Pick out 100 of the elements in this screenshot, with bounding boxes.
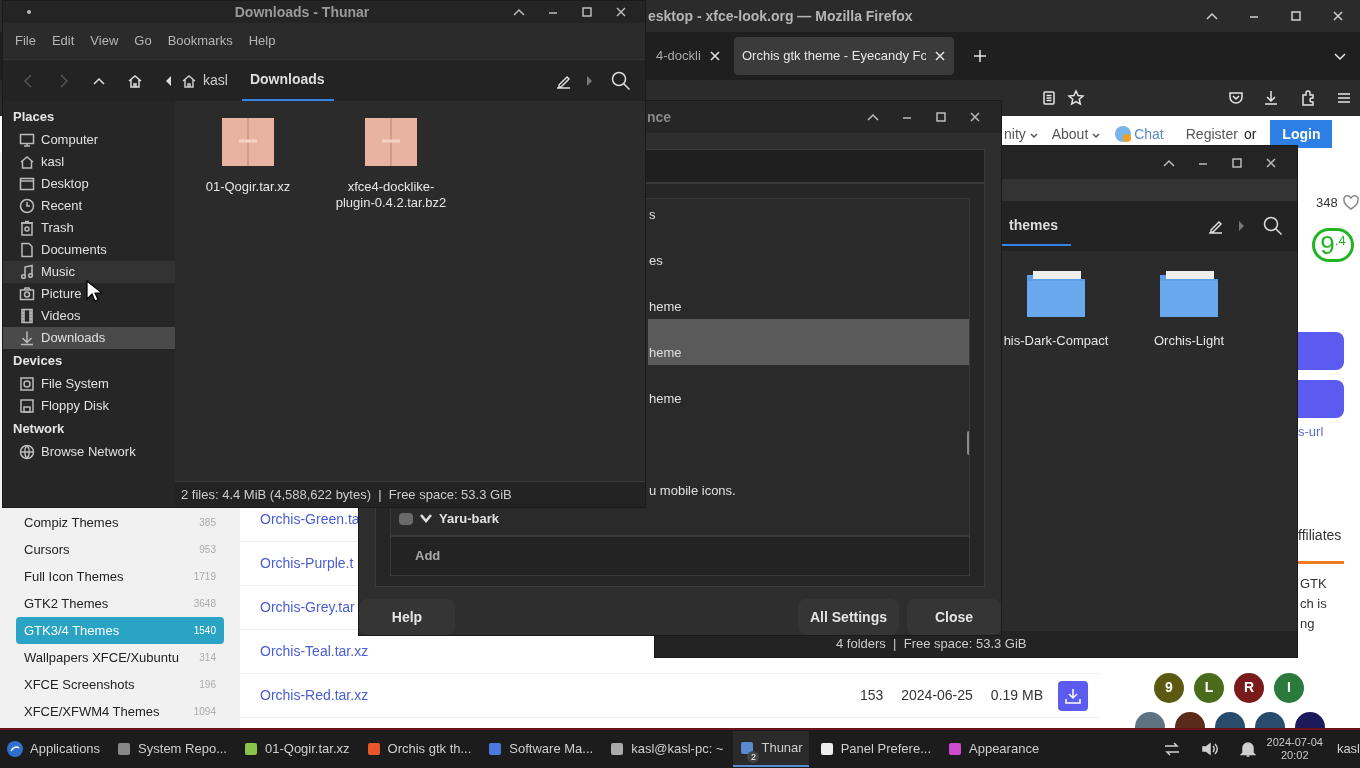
avatar[interactable]: R [1234,672,1264,703]
theme-row[interactable]: heme [648,365,969,411]
file-link[interactable]: Orchis-Purple.t [260,553,354,574]
taskbar-button[interactable]: Orchis gtk th... [359,731,478,767]
avatar[interactable]: L [1194,672,1224,703]
category-item[interactable]: Wallpapers XFCE/Xubuntu 314 [16,644,224,671]
chat-link[interactable]: Chat [1134,123,1164,145]
menu-item[interactable]: View [90,31,119,51]
menu-item[interactable]: Go [134,31,152,51]
menu-item[interactable]: Help [248,31,276,51]
nav-menu-link[interactable]: nity [1004,123,1038,145]
sidebar-item[interactable]: Documents [3,239,175,261]
sidebar-item[interactable]: kasl [3,151,175,173]
maximize-icon[interactable] [1288,8,1304,24]
browser-tab[interactable]: 4-dockli [648,37,728,75]
file-link[interactable]: Orchis-Grey.tar [260,597,355,618]
archive-file-icon[interactable] [364,117,418,167]
login-button[interactable]: Login [1270,120,1333,148]
sidebar-item[interactable]: Downloads [3,327,175,349]
theme-name[interactable]: Yaru-bark [439,511,499,527]
nav-menu-link[interactable]: About [1051,123,1101,145]
theme-row[interactable]: u mobile icons. [648,411,969,503]
home-icon[interactable] [127,72,143,89]
menu-item[interactable]: Bookmarks [167,31,233,51]
archive-file-icon[interactable] [221,117,275,167]
maximize-icon[interactable] [933,109,949,125]
file-link[interactable]: Orchis-Red.tar.xz [260,685,369,706]
reader-view-icon[interactable] [1041,90,1057,106]
search-icon[interactable] [611,70,631,91]
chevron-down-icon[interactable] [1092,130,1101,139]
sidebar-item[interactable]: Picture [3,283,175,305]
sidebar-item[interactable]: Recent [3,195,175,217]
bell-icon[interactable] [1238,740,1257,758]
taskbar-button[interactable]: Panel Prefere... [812,731,937,767]
sidebar-item[interactable]: Computer [3,129,175,151]
menu-item[interactable]: Edit [51,31,75,51]
sidebar-item[interactable]: Music [3,261,175,283]
folder-name[interactable]: Orchis-Light [1153,331,1225,351]
category-item[interactable]: GTK2 Themes 3648 [16,590,224,617]
sidebar-item[interactable]: Trash [3,217,175,239]
close-icon[interactable] [934,50,946,62]
taskbar-button[interactable]: Software Ma... [481,731,600,767]
sidebar-item[interactable]: Desktop [3,173,175,195]
music-note-icon [19,264,35,280]
close-button[interactable]: Close [907,599,1001,635]
maximize-icon[interactable] [579,4,595,20]
help-button[interactable]: Help [359,599,455,635]
action-button[interactable] [1298,379,1344,418]
theme-row[interactable]: heme [648,273,969,319]
download-button[interactable] [1058,680,1088,711]
chevron-down-icon[interactable] [1029,130,1038,139]
volume-icon[interactable] [1200,740,1219,758]
path-button[interactable]: kasl [173,60,236,101]
window-menu-icon[interactable] [25,8,33,16]
taskbar-button[interactable]: Thunar 2 [733,731,809,767]
theme-row[interactable]: heme [648,319,969,365]
taskbar-button[interactable]: System Repo... [110,731,233,767]
download-icon[interactable] [1262,89,1280,107]
network-arrows-icon[interactable] [1162,740,1181,758]
menu-item[interactable]: File [15,31,36,51]
path-button[interactable]: Downloads [241,60,334,101]
edit-path-icon[interactable] [1207,218,1223,234]
star-icon[interactable] [1067,89,1085,107]
category-item[interactable]: Full Icon Themes 1719 [16,563,224,590]
file-link[interactable]: Orchis-Teal.tar.xz [260,641,369,662]
taskbar-button[interactable]: Appearance [941,731,1046,767]
search-icon[interactable] [1263,216,1283,236]
sidebar-item[interactable]: Videos [3,305,175,327]
category-item[interactable]: XFCE/XFWM4 Themes 1094 [16,698,224,725]
avatar[interactable]: I [1274,672,1304,703]
file-link[interactable]: Orchis-Green.ta [260,509,360,530]
applications-menu[interactable]: Applications [0,731,111,767]
app-menu-icon [6,740,24,758]
register-link[interactable]: Register [1185,123,1238,145]
checkbox[interactable] [399,513,413,525]
close-icon[interactable] [708,50,721,62]
sidebar-item[interactable]: File System [3,373,175,395]
url-link[interactable]: s-url [1298,423,1360,440]
file-name[interactable]: xfce4-docklike-plugin-0.4.2.tar.bz2 [329,179,453,211]
avatar[interactable]: 9 [1154,672,1184,703]
pocket-icon[interactable] [1227,89,1245,107]
all-settings-button[interactable]: All Settings [798,599,899,635]
category-item[interactable]: Compiz Themes 385 [16,509,224,536]
user-name[interactable]: kasl [1336,739,1360,759]
clock[interactable]: 2024-07-04 20:02 [1266,736,1323,762]
folder-name[interactable]: his-Dark-Compact [1003,331,1109,351]
file-name[interactable]: 01-Qogir.tar.xz [186,179,310,195]
heart-icon[interactable] [1341,194,1360,212]
theme-row[interactable]: s [648,199,969,227]
taskbar-button[interactable]: 01-Qogir.tar.xz [237,731,356,767]
theme-row[interactable]: es [648,227,969,273]
add-button[interactable]: Add [391,546,441,566]
taskbar-button[interactable]: kasl@kasl-pc: ~ [603,731,730,767]
sidebar-item[interactable]: Floppy Disk [3,395,175,417]
sidebar-item[interactable]: Browse Network [3,441,175,463]
action-button[interactable] [1298,331,1344,370]
category-item[interactable]: XFCE Screenshots 196 [16,671,224,698]
add-tab-icon[interactable] [972,48,988,64]
category-item[interactable]: Cursors 953 [16,536,224,563]
extensions-icon[interactable] [1299,89,1317,107]
